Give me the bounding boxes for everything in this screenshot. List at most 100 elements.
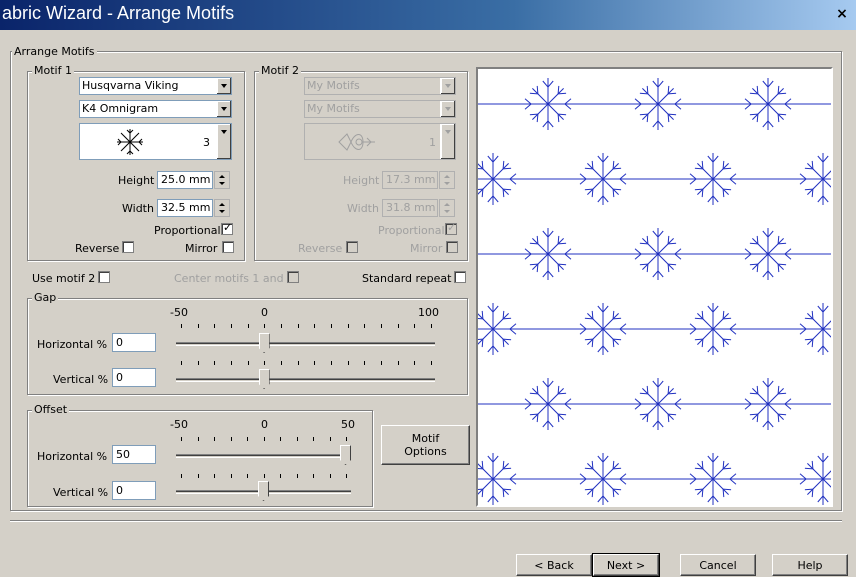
motif1-height-label: Height [118, 174, 155, 187]
slider-tick [281, 361, 282, 365]
motif2-brand-select[interactable]: My Motifs [304, 77, 456, 95]
offset-horizontal-input[interactable]: 50 [112, 445, 156, 464]
offset-vertical-ticks [181, 474, 347, 479]
snowflake-motif [478, 303, 519, 355]
help-button[interactable]: Help [772, 554, 848, 576]
slider-tick [181, 361, 182, 365]
offset-legend: Offset [32, 403, 70, 416]
standard-repeat-checkbox[interactable] [454, 271, 466, 283]
pattern-preview-canvas [478, 78, 831, 505]
motif2-width-label: Width [347, 202, 379, 215]
slider-tick [247, 324, 249, 328]
motif1-reverse-checkbox[interactable] [122, 241, 134, 253]
slider-tick [364, 361, 366, 365]
motif1-category-select[interactable]: K4 Omnigram [79, 100, 232, 118]
motif1-picker[interactable]: 3 [79, 123, 232, 160]
motif1-height-spinner[interactable] [214, 171, 230, 189]
motif2-height-field[interactable]: 17.3 mm [382, 171, 438, 189]
motif2-height-spinner[interactable] [439, 171, 455, 189]
slider-tick [181, 437, 182, 441]
slider-tick [346, 437, 347, 441]
offset-horizontal-ticks [181, 437, 347, 442]
use-motif2-checkbox[interactable] [98, 271, 110, 283]
use-motif2-label: Use motif 2 [32, 272, 96, 285]
chevron-down-icon[interactable] [216, 124, 231, 159]
next-button[interactable]: Next > [592, 553, 660, 577]
motif2-height-label: Height [343, 174, 380, 187]
slider-tick [197, 437, 199, 441]
close-icon[interactable]: × [834, 6, 850, 22]
motif1-reverse-label: Reverse [75, 242, 120, 255]
slider-tick [297, 361, 299, 365]
chevron-down-icon[interactable] [440, 78, 455, 94]
motif2-mirror-label: Mirror [410, 242, 443, 255]
center-motifs-label: Center motifs 1 and 2 [174, 272, 295, 285]
bottom-separator [10, 520, 842, 522]
motif1-mirror-checkbox[interactable] [222, 241, 234, 253]
motif1-width-label: Width [122, 202, 154, 215]
motif2-reverse-checkbox[interactable] [346, 241, 358, 253]
slider-tick [247, 474, 248, 478]
snowflake-motif [577, 453, 629, 505]
slider-tick [281, 324, 282, 328]
gap-vertical-track[interactable] [176, 378, 435, 382]
slider-tick [414, 361, 416, 365]
snowflake-icon [117, 129, 143, 155]
offset-horizontal-track[interactable] [176, 454, 351, 458]
motif1-width-spinner[interactable] [214, 199, 230, 217]
slider-tick [197, 474, 199, 478]
gap-scale-mid: 0 [261, 306, 268, 319]
slider-tick [280, 437, 281, 441]
slider-tick [247, 437, 248, 441]
chevron-down-icon[interactable] [216, 78, 231, 94]
gap-horizontal-input[interactable]: 0 [112, 333, 156, 352]
center-motifs-checkbox[interactable] [287, 271, 299, 283]
motif1-brand-select[interactable]: Husqvarna Viking [79, 77, 232, 95]
chevron-down-icon[interactable] [440, 101, 455, 117]
slider-tick [214, 361, 216, 365]
slider-tick [181, 474, 182, 478]
motif1-number: 3 [203, 136, 210, 149]
slider-tick [181, 324, 182, 328]
motif2-proportional-checkbox[interactable] [445, 221, 457, 235]
slider-tick [314, 361, 316, 365]
slider-tick [329, 474, 331, 478]
snowflake-motif [742, 378, 794, 430]
chevron-down-icon[interactable] [216, 101, 231, 117]
motif2-category-select[interactable]: My Motifs [304, 100, 456, 118]
pattern-preview [476, 67, 833, 507]
motif1-height-field[interactable]: 25.0 mm [157, 171, 213, 189]
motif1-legend: Motif 1 [32, 64, 74, 77]
gap-scale-min: -50 [170, 306, 188, 319]
offset-scale-mid: 0 [261, 418, 268, 431]
slider-tick [331, 361, 332, 365]
gap-horizontal-ticks [181, 324, 432, 329]
motif2-picker[interactable]: 1 [304, 123, 456, 160]
slider-tick [296, 437, 298, 441]
motif1-mirror-label: Mirror [185, 242, 218, 255]
motif1-brand-value: Husqvarna Viking [82, 79, 179, 92]
slider-tick [364, 324, 366, 328]
snowflake-motif [522, 378, 574, 430]
motif1-proportional-checkbox[interactable] [221, 221, 233, 235]
motif2-width-field[interactable]: 31.8 mm [382, 199, 438, 217]
cancel-button[interactable]: Cancel [680, 554, 756, 576]
slider-tick [214, 474, 215, 478]
motif2-mirror-checkbox[interactable] [446, 241, 458, 253]
gap-vertical-input[interactable]: 0 [112, 368, 156, 387]
slider-tick [313, 474, 314, 478]
motif1-width-field[interactable]: 32.5 mm [157, 199, 213, 217]
snowflake-motif [742, 228, 794, 280]
gap-horizontal-track[interactable] [176, 342, 435, 346]
snowflake-motif [632, 228, 684, 280]
back-button[interactable]: < Back [516, 554, 592, 576]
motif2-width-spinner[interactable] [439, 199, 455, 217]
motif-options-button[interactable]: Motif Options [381, 425, 470, 465]
chevron-down-icon[interactable] [440, 124, 455, 159]
slider-tick [197, 324, 199, 328]
slider-tick [231, 324, 232, 328]
slider-tick [347, 324, 349, 328]
motif2-brand-value: My Motifs [307, 79, 360, 92]
offset-vertical-input[interactable]: 0 [112, 481, 156, 500]
slider-tick [280, 474, 281, 478]
